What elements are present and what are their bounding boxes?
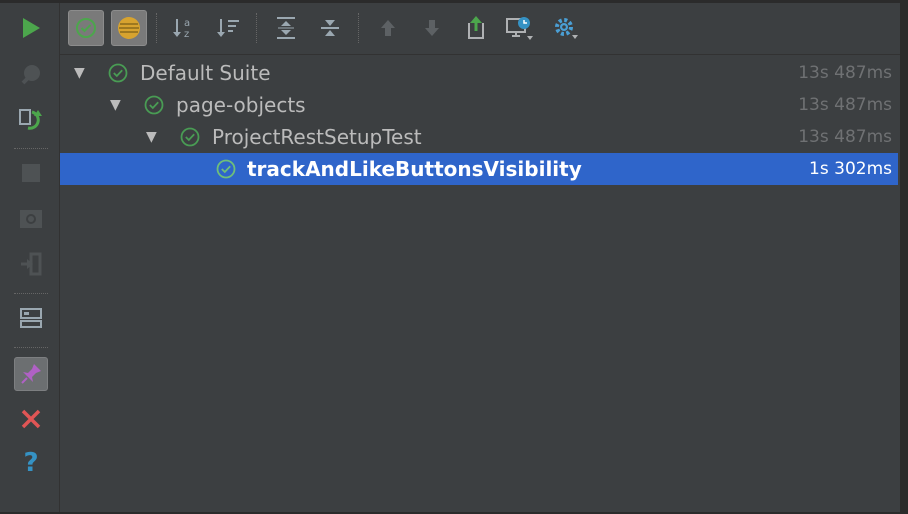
show-ignored-icon (118, 17, 140, 39)
passed-check-icon (108, 63, 128, 83)
previous-failed-icon (381, 20, 395, 36)
debug-button[interactable] (14, 57, 48, 91)
next-failed-button[interactable] (414, 10, 450, 46)
window-frame-right (900, 0, 908, 514)
layout-icon (20, 308, 42, 328)
test-duration: 1s 302ms (809, 159, 892, 179)
screenshot-icon (20, 210, 42, 228)
top-toolbar: az (60, 3, 900, 55)
tree-node-label: trackAndLikeButtonsVisibility (247, 157, 582, 181)
previous-failed-button[interactable] (370, 10, 406, 46)
sort-by-duration-button[interactable] (210, 10, 246, 46)
test-duration: 13s 487ms (798, 127, 892, 147)
svg-text:a: a (184, 18, 190, 29)
expand-arrow-icon[interactable]: ▼ (146, 121, 157, 153)
collapse-all-button[interactable] (312, 10, 348, 46)
side-separator (14, 293, 48, 294)
expand-all-button[interactable] (268, 10, 304, 46)
test-history-icon (506, 17, 533, 40)
side-toolbar: ? (0, 3, 60, 512)
tree-node-label: page-objects (176, 93, 306, 117)
run-button[interactable] (14, 11, 48, 45)
debug-icon (21, 65, 40, 85)
show-passed-icon (76, 18, 96, 38)
test-history-button[interactable] (502, 10, 538, 46)
sort-alphabetically-button[interactable]: az (166, 10, 202, 46)
tree-row-page-objects[interactable]: ▼ page-objects 13s 487ms (60, 89, 898, 121)
import-tests-button[interactable] (14, 247, 48, 281)
pin-tab-icon (21, 364, 41, 384)
passed-check-icon (144, 95, 164, 115)
side-separator (14, 347, 48, 348)
toolbar-separator (358, 13, 359, 43)
svg-text:z: z (184, 29, 189, 40)
show-passed-button[interactable] (68, 10, 104, 46)
rerun-failed-button[interactable] (14, 102, 48, 136)
test-results-tree: ▼ Default Suite 13s 487ms ▼ page-objects… (60, 55, 900, 512)
expand-all-icon (277, 17, 295, 39)
layout-button[interactable] (14, 301, 48, 335)
close-button[interactable] (14, 402, 48, 436)
toolbar-separator (256, 13, 257, 43)
passed-check-icon (216, 159, 236, 179)
passed-check-icon (180, 127, 200, 147)
toolbar-separator (156, 13, 157, 43)
pin-tab-button[interactable] (14, 357, 48, 391)
tree-row-track-and-like-buttons-visibility[interactable]: trackAndLikeButtonsVisibility 1s 302ms (60, 153, 898, 185)
expand-arrow-icon[interactable]: ▼ (74, 57, 85, 89)
run-icon (23, 18, 40, 38)
tree-node-label: Default Suite (140, 61, 271, 85)
tree-node-label: ProjectRestSetupTest (212, 125, 422, 149)
collapse-all-icon (321, 20, 339, 36)
next-failed-icon (425, 20, 439, 36)
stop-icon (22, 164, 40, 182)
expand-arrow-icon[interactable]: ▼ (110, 89, 121, 121)
import-tests-icon (21, 252, 42, 276)
sort-by-duration-icon (217, 19, 239, 37)
rerun-failed-icon (19, 109, 42, 130)
tree-row-default-suite[interactable]: ▼ Default Suite 13s 487ms (60, 57, 898, 89)
stop-button[interactable] (14, 156, 48, 190)
export-results-icon (468, 16, 484, 39)
export-results-button[interactable] (458, 10, 494, 46)
help-button[interactable]: ? (14, 446, 48, 480)
settings-icon (555, 18, 578, 39)
sort-alphabetically-icon: az (173, 18, 190, 40)
settings-button[interactable] (548, 10, 584, 46)
tree-row-project-rest-setup-test[interactable]: ▼ ProjectRestSetupTest 13s 487ms (60, 121, 898, 153)
close-icon (21, 409, 41, 429)
side-separator (14, 148, 48, 149)
help-icon: ? (23, 448, 39, 478)
show-ignored-button[interactable] (111, 10, 147, 46)
screenshot-button[interactable] (14, 201, 48, 235)
test-duration: 13s 487ms (798, 63, 892, 83)
test-duration: 13s 487ms (798, 95, 892, 115)
